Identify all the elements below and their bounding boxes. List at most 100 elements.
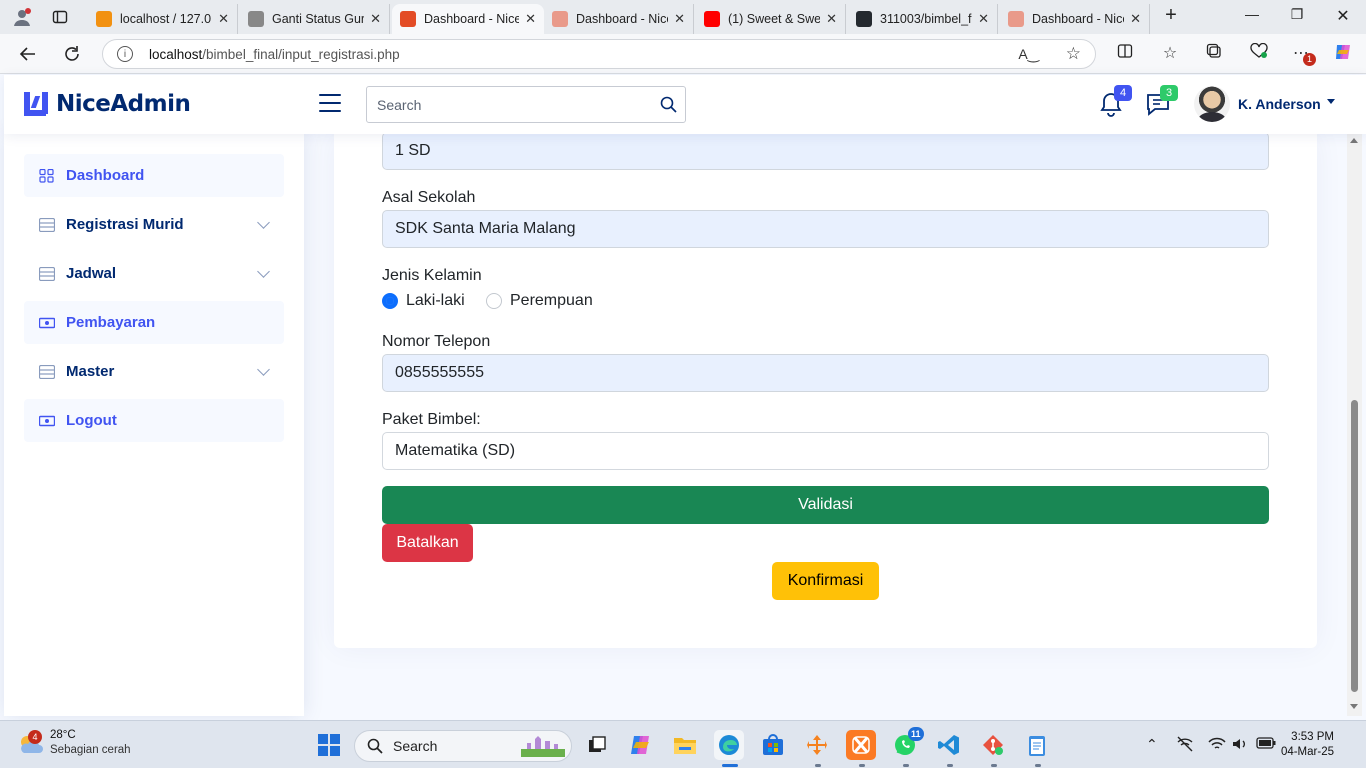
whatsapp-badge: 11 — [908, 727, 924, 741]
paket-select[interactable]: Matematika (SD) — [382, 432, 1269, 470]
microsoft-store-icon[interactable] — [758, 730, 788, 760]
profile-icon[interactable] — [10, 5, 34, 29]
favorite-star-icon[interactable]: ☆ — [1066, 44, 1081, 64]
minimize-button[interactable]: — — [1240, 6, 1264, 22]
site-info-icon[interactable]: i — [117, 46, 133, 62]
scroll-down-arrow-icon[interactable] — [1350, 704, 1358, 709]
tab-actions-icon[interactable] — [48, 5, 72, 29]
close-icon[interactable]: ✕ — [218, 11, 229, 27]
search-bar — [366, 86, 686, 123]
sidebar-item-master[interactable]: Master — [24, 350, 284, 393]
favorites-icon[interactable]: ☆ — [1159, 43, 1181, 63]
volume-icon[interactable] — [1232, 736, 1248, 755]
kelas-field[interactable]: 1 SD — [382, 132, 1269, 170]
jenis-kelamin-label: Jenis Kelamin — [382, 267, 482, 284]
chevron-down-icon[interactable] — [1327, 99, 1335, 104]
copilot-icon[interactable] — [1332, 42, 1354, 67]
grid-icon — [39, 168, 55, 183]
sidebar-item-label: Registrasi Murid — [66, 216, 184, 233]
notepad-icon[interactable] — [1022, 730, 1052, 760]
browser-tab[interactable]: localhost / 127.0. ✕ — [88, 4, 238, 34]
read-aloud-icon[interactable]: A‿ — [1018, 46, 1039, 63]
messages-button[interactable]: 3 — [1145, 85, 1178, 117]
back-button[interactable] — [16, 42, 40, 66]
split-screen-icon[interactable] — [1114, 43, 1136, 64]
notifications-button[interactable]: 4 — [1099, 85, 1132, 117]
user-name[interactable]: K. Anderson — [1238, 96, 1321, 112]
radio-checked-icon[interactable] — [382, 293, 398, 309]
browser-tab[interactable]: (1) Sweet & Swee ✕ — [696, 4, 846, 34]
page-scrollbar[interactable] — [1347, 134, 1362, 716]
close-icon[interactable]: ✕ — [826, 11, 837, 27]
chevron-down-icon[interactable] — [257, 216, 270, 229]
close-icon[interactable]: ✕ — [1130, 11, 1141, 27]
avatar[interactable] — [1194, 86, 1230, 122]
browser-tab[interactable]: 311003/bimbel_f ✕ — [848, 4, 998, 34]
sublime-merge-icon[interactable] — [802, 730, 832, 760]
sidebar-item-pembayaran[interactable]: Pembayaran — [24, 301, 284, 344]
sidebar-item-registrasi-murid[interactable]: Registrasi Murid — [24, 203, 284, 246]
close-icon[interactable]: ✕ — [370, 11, 381, 27]
browser-tab[interactable]: Dashboard - Nice ✕ — [392, 4, 544, 34]
sidebar-item-logout[interactable]: Logout — [24, 399, 284, 442]
sidebar: Dashboard Registrasi Murid Jadwal Pembayara… — [4, 134, 304, 716]
gender-radio-laki[interactable]: Laki-laki — [382, 292, 465, 310]
network-off-icon[interactable] — [1176, 736, 1194, 755]
konfirmasi-button[interactable]: Konfirmasi — [772, 562, 879, 600]
weather-widget[interactable]: 4 28°C Sebagian cerah — [18, 728, 131, 758]
clock-date: 04-Mar-25 — [1280, 746, 1334, 758]
chevron-down-icon[interactable] — [257, 265, 270, 278]
radio-unchecked-icon[interactable] — [486, 293, 502, 309]
start-button[interactable] — [318, 734, 340, 756]
edge-icon[interactable] — [714, 730, 744, 760]
telepon-field[interactable]: 0855555555 — [382, 354, 1269, 392]
file-explorer-icon[interactable] — [670, 730, 700, 760]
sidebar-item-jadwal[interactable]: Jadwal — [24, 252, 284, 295]
taskbar-clock[interactable]: 3:53 PM 04-Mar-25 — [1281, 730, 1334, 760]
search-highlight-icon — [521, 735, 565, 757]
collections-icon[interactable] — [1203, 43, 1225, 64]
browser-tab[interactable]: Dashboard - Nice ✕ — [1000, 4, 1150, 34]
sidebar-item-dashboard[interactable]: Dashboard — [24, 154, 284, 197]
scrollbar-thumb[interactable] — [1351, 400, 1358, 692]
browser-tab[interactable]: Dashboard - Nice ✕ — [544, 4, 694, 34]
browser-tab-label: Ganti Status Guru — [272, 12, 365, 26]
close-icon[interactable]: ✕ — [674, 11, 685, 27]
url-path: /bimbel_final/input_registrasi.php — [202, 46, 400, 62]
window-close-button[interactable]: ✕ — [1331, 6, 1355, 26]
scroll-up-arrow-icon[interactable] — [1350, 138, 1358, 143]
vscode-icon[interactable] — [934, 730, 964, 760]
asal-sekolah-field[interactable]: SDK Santa Maria Malang — [382, 210, 1269, 248]
niceadmin-icon — [1008, 11, 1024, 27]
toggle-sidebar-button[interactable] — [319, 94, 341, 112]
git-client-icon[interactable] — [978, 730, 1008, 760]
reload-button[interactable] — [60, 42, 84, 66]
new-tab-button[interactable]: + — [1159, 4, 1183, 27]
battery-icon[interactable] — [1256, 736, 1276, 753]
search-input[interactable] — [367, 87, 651, 122]
task-view-icon[interactable] — [582, 730, 612, 760]
logo[interactable]: NiceAdmin — [24, 91, 191, 117]
sidebar-item-label: Dashboard — [66, 167, 145, 184]
sidebar-item-label: Master — [66, 363, 115, 380]
xampp-icon[interactable] — [846, 730, 876, 760]
batalkan-button[interactable]: Batalkan — [382, 524, 473, 562]
whatsapp-icon[interactable]: 11 — [890, 727, 924, 760]
paket-label: Paket Bimbel: — [382, 411, 481, 428]
chevron-down-icon[interactable] — [257, 363, 270, 376]
browser-tab[interactable]: Ganti Status Guru ✕ — [240, 4, 390, 34]
browser-essentials-icon[interactable] — [1248, 42, 1270, 64]
validasi-button[interactable]: Validasi — [382, 486, 1269, 524]
maximize-button[interactable]: ❐ — [1285, 6, 1309, 23]
niceadmin-logo-icon — [24, 92, 50, 116]
copilot-taskbar-icon[interactable] — [626, 730, 656, 760]
wifi-icon[interactable] — [1208, 736, 1226, 755]
search-icon[interactable] — [651, 87, 685, 122]
chevron-up-icon[interactable]: ⌃ — [1146, 736, 1158, 753]
gender-radio-perempuan[interactable]: Perempuan — [486, 292, 593, 310]
url-field[interactable]: i localhost/bimbel_final/input_registras… — [102, 39, 1096, 69]
close-icon[interactable]: ✕ — [525, 11, 536, 27]
close-icon[interactable]: ✕ — [978, 11, 989, 27]
kelas-value: 1 SD — [395, 142, 431, 159]
taskbar-search[interactable]: Search — [354, 730, 572, 762]
